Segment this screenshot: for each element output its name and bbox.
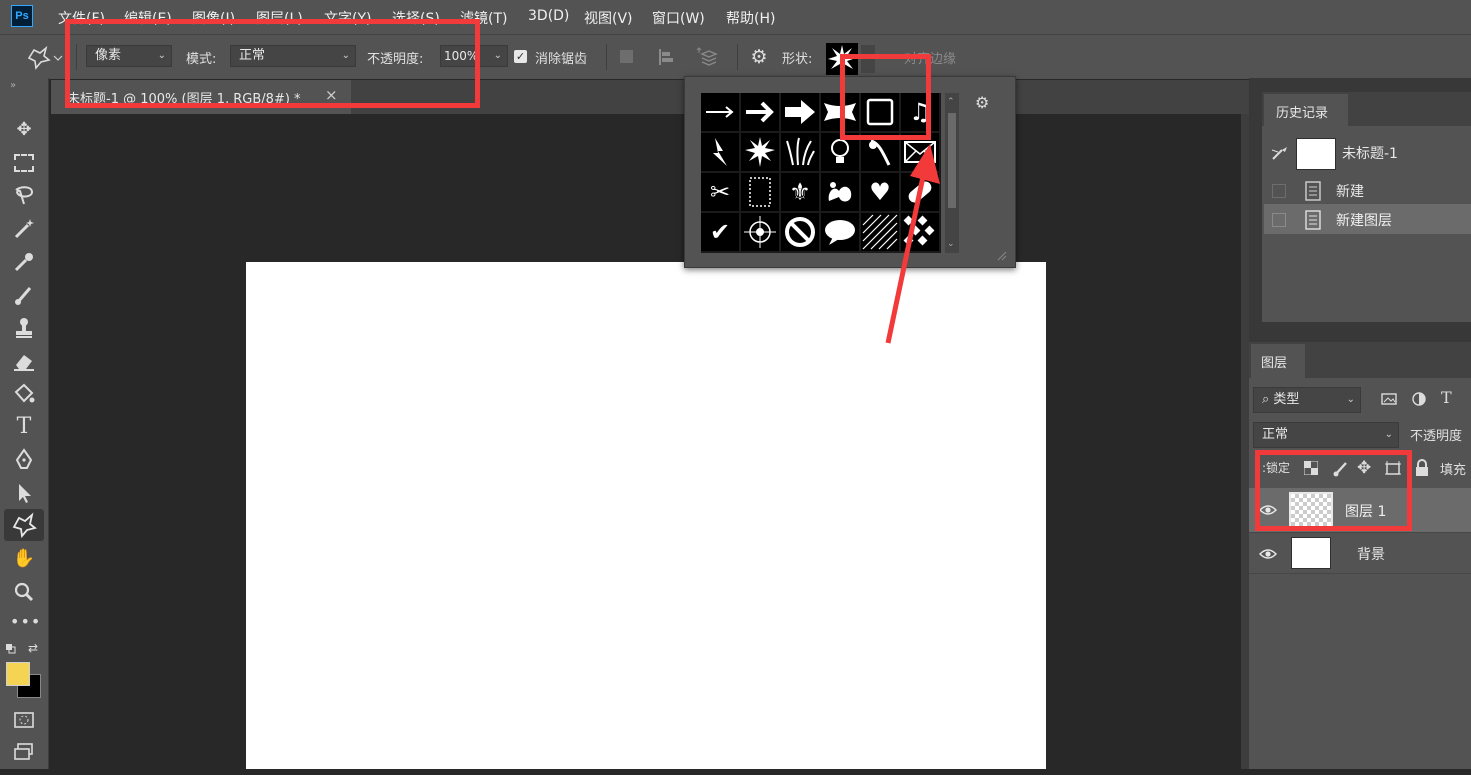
shape-stamp-frame[interactable] [741, 173, 779, 211]
annotation-box-options [65, 19, 480, 108]
quick-mask-icon[interactable] [10, 706, 38, 734]
shape-lightning[interactable] [701, 133, 739, 171]
shape-crosshair[interactable] [741, 213, 779, 251]
history-item-label: 新建图层 [1336, 213, 1392, 229]
history-brush-source-icon[interactable] [1270, 144, 1290, 162]
zoom-tool-icon[interactable] [10, 578, 38, 606]
swap-colors-icon[interactable]: ⇄ [28, 641, 38, 655]
separator [737, 44, 738, 70]
history-tab-label: 历史记录 [1276, 106, 1329, 121]
antialias-label: 消除锯齿 [535, 52, 588, 67]
custom-shape-tool-button[interactable] [4, 509, 44, 541]
type-tool-icon[interactable]: T [10, 413, 38, 441]
separator [606, 44, 607, 70]
menu-view[interactable]: 视图(V) [584, 8, 633, 28]
menu-help[interactable]: 帮助(H) [726, 8, 775, 28]
shape-scissors[interactable]: ✂ [701, 173, 739, 211]
chevron-down-icon: ⌄ [1346, 394, 1355, 405]
shape-checkmark[interactable]: ✔ [701, 213, 739, 251]
filter-pixel-layers-icon[interactable] [1381, 391, 1397, 407]
tools-panel: » ✥ T ✋ ••• ⇄ [0, 78, 49, 769]
history-item[interactable]: 新建 [1264, 176, 1471, 204]
lasso-tool-icon[interactable] [10, 182, 38, 210]
layers-tab[interactable]: 图层 [1251, 344, 1305, 378]
eye-icon[interactable] [1259, 547, 1277, 561]
annotation-arrow [885, 144, 940, 344]
history-snapshot-name[interactable]: 未标题-1 [1342, 143, 1398, 163]
history-brush-checkbox[interactable] [1272, 184, 1286, 198]
filter-type-layers-icon[interactable]: T [1441, 388, 1452, 407]
stamp-tool-icon[interactable] [10, 314, 38, 342]
layer-opacity-label: 不透明度 [1410, 429, 1463, 444]
photoshop-logo: Ps [11, 5, 33, 27]
path-operations-icon[interactable] [620, 50, 633, 63]
path-alignment-icon[interactable] [656, 47, 676, 67]
custom-shape-tool-icon [27, 45, 63, 70]
layer-row[interactable]: 背景 [1249, 532, 1471, 574]
pen-tool-icon[interactable] [10, 446, 38, 474]
foreground-color-swatch[interactable] [6, 662, 30, 686]
shape-ornament[interactable] [821, 173, 859, 211]
marquee-tool-icon[interactable] [10, 149, 38, 177]
shape-arrow-thin[interactable] [701, 93, 739, 131]
history-brush-checkbox[interactable] [1272, 213, 1286, 227]
hand-tool-icon[interactable]: ✋ [10, 545, 38, 573]
shape-prohibited[interactable] [781, 213, 819, 251]
shape-arrow-bold[interactable] [781, 93, 819, 131]
resize-handle-icon[interactable] [995, 249, 1007, 261]
menu-3d[interactable]: 3D(D) [528, 8, 569, 24]
shape-label: 形状: [782, 52, 813, 67]
filter-adjustment-layers-icon[interactable] [1411, 391, 1427, 407]
layer-name[interactable]: 背景 [1357, 544, 1385, 564]
chevron-down-icon: ⌄ [493, 50, 502, 61]
default-colors-icon[interactable] [6, 643, 16, 654]
path-selection-tool-icon[interactable] [10, 479, 38, 507]
eraser-tool-icon[interactable] [10, 347, 38, 375]
gear-icon[interactable]: ⚙ [747, 45, 771, 69]
antialias-checkbox[interactable]: ✓ [514, 50, 527, 63]
expand-panel-icon[interactable]: » [10, 80, 16, 91]
shape-arrow-medium[interactable] [741, 93, 779, 131]
history-item-selected[interactable]: 新建图层 [1264, 204, 1471, 234]
annotation-box-layer [1255, 450, 1412, 531]
search-icon: ⌕ [1262, 392, 1270, 407]
history-tab[interactable]: 历史记录 [1264, 94, 1348, 126]
move-tool-icon[interactable]: ✥ [10, 116, 38, 144]
more-tools-icon[interactable]: ••• [10, 608, 40, 636]
layer-filter-value: 类型 [1273, 392, 1300, 407]
brush-tool-icon[interactable] [10, 281, 38, 309]
tool-preset-picker[interactable] [24, 44, 64, 70]
gear-icon[interactable]: ⚙ [975, 93, 989, 112]
layer-filter-select[interactable]: ⌕ 类型 ⌄ [1253, 387, 1361, 413]
chevron-down-icon: ⌄ [1384, 429, 1393, 440]
magic-wand-tool-icon[interactable] [10, 215, 38, 243]
layer-thumbnail-white [1291, 537, 1331, 569]
lock-all-icon[interactable] [1414, 459, 1430, 477]
layer-blend-mode-value: 正常 [1262, 427, 1289, 442]
document-icon [1305, 210, 1321, 230]
history-item-label: 新建 [1336, 184, 1364, 200]
path-arrangement-icon[interactable] [696, 46, 720, 68]
shape-starburst[interactable] [741, 133, 779, 171]
screen-mode-icon[interactable] [10, 738, 38, 766]
eyedropper-tool-icon[interactable] [10, 248, 38, 276]
shape-speech-bubble[interactable] [821, 213, 859, 251]
document-icon [1305, 181, 1321, 201]
paint-bucket-tool-icon[interactable] [10, 380, 38, 408]
history-snapshot-thumbnail [1296, 138, 1336, 170]
annotation-box-shape [840, 54, 931, 140]
menu-window[interactable]: 窗口(W) [652, 8, 705, 28]
layer-blend-mode-select[interactable]: 正常 ⌄ [1253, 422, 1399, 448]
shape-grass[interactable] [781, 133, 819, 171]
fill-label: 填充 [1440, 463, 1467, 478]
shape-fleur-de-lis[interactable]: ⚜ [781, 173, 819, 211]
layers-tab-label: 图层 [1261, 356, 1288, 371]
